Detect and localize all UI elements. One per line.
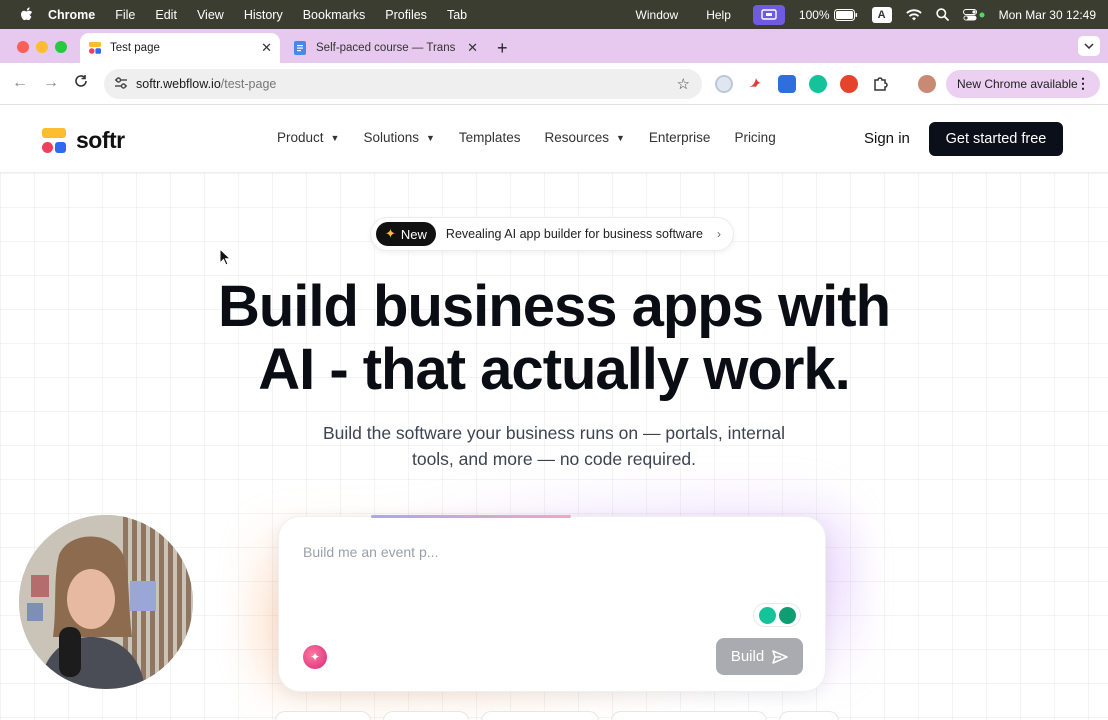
docs-favicon-icon [294,41,308,55]
battery-percent: 100% [798,7,830,22]
chrome-menu-kebab-icon[interactable]: ⋮ [1076,75,1090,92]
input-source-indicator[interactable]: A [871,6,892,23]
address-bar[interactable]: softr.webflow.io/test-page ☆ [104,69,702,99]
chevron-right-icon: › [717,227,721,241]
hero-headline: Build business apps with AI - that actua… [217,274,891,402]
suggestion-chips-row [275,711,839,720]
tab-search-chevron-icon[interactable] [1078,36,1100,56]
battery-icon[interactable] [833,8,858,21]
suggestion-chip[interactable] [779,711,839,720]
nav-product[interactable]: Product ▼ [277,130,339,145]
softr-logo-icon [42,127,68,154]
hero-subheadline: Build the software your business runs on… [322,423,786,469]
sparkle-icon: ✦ [385,226,396,241]
site-header: softr Product ▼ Solutions ▼ Templates Reso… [0,105,1108,173]
nav-enterprise[interactable]: Enterprise [649,130,711,145]
menu-help[interactable]: Help [706,8,731,22]
chevron-down-icon: ▼ [615,132,625,143]
get-started-button[interactable]: Get started free [929,122,1063,156]
forward-arrow-icon[interactable]: → [43,74,59,92]
site-nav: Product ▼ Solutions ▼ Templates Resources ▼… [277,130,800,145]
send-icon [772,649,788,664]
tab-title: Self-paced course — Transitio [316,42,456,54]
suggestion-chip[interactable] [383,711,469,720]
profile-avatar[interactable] [918,75,936,93]
softr-favicon-icon [88,41,102,55]
menu-edit[interactable]: Edit [155,8,177,22]
chrome-update-button[interactable]: New Chrome available ⋮ [946,70,1100,98]
tab-title: Test page [110,42,160,54]
grammarly-icon [778,606,796,624]
menubar-clock[interactable]: Mon Mar 30 12:49 [999,8,1096,22]
menu-view[interactable]: View [197,8,224,22]
spotlight-search-icon[interactable] [935,8,949,21]
nav-resources[interactable]: Resources ▼ [544,130,624,145]
url-host: softr.webflow.io [136,77,221,91]
softr-wordmark: softr [76,127,125,153]
chrome-update-label: New Chrome available [957,77,1078,91]
browser-toolbar: ← → softr.webflow.io/test-page ☆ New Chr… [0,63,1108,105]
chevron-down-icon: ▼ [330,132,340,143]
tab-test-page[interactable]: Test page ✕ [80,33,280,63]
grammarly-widget[interactable] [753,603,801,627]
url-path: /test-page [220,77,277,91]
window-close-button[interactable] [17,41,29,53]
new-badge: ✦ New [376,222,436,246]
tab-close-icon[interactable]: ✕ [467,40,478,56]
extension-blue-gear-icon[interactable] [778,75,796,93]
apple-icon[interactable] [17,6,35,24]
sign-in-link[interactable]: Sign in [864,130,910,147]
control-center-icon[interactable] [962,8,985,21]
nav-templates[interactable]: Templates [459,130,521,145]
menu-profiles[interactable]: Profiles [385,8,427,22]
menu-history[interactable]: History [244,8,283,22]
window-zoom-button[interactable] [55,41,67,53]
nav-pricing[interactable]: Pricing [734,130,775,145]
suggestion-chip[interactable] [275,711,371,720]
grammarly-suggest-icon [758,606,776,624]
extension-red-plus-icon[interactable] [840,75,858,93]
prompt-input[interactable]: Build me an event p... [303,544,438,560]
reload-icon[interactable] [74,74,88,93]
browser-tab-bar: Test page ✕ Self-paced course — Transiti… [0,29,1108,63]
tab-self-paced-course[interactable]: Self-paced course — Transitio ✕ [286,33,486,63]
new-tab-plus-icon[interactable]: + [497,38,508,59]
menu-tab[interactable]: Tab [447,8,467,22]
webcam-overlay [19,515,193,689]
announcement-text: Revealing AI app builder for business so… [445,227,704,241]
chevron-down-icon: ▼ [426,132,435,143]
bookmark-star-icon[interactable]: ☆ [677,75,690,93]
window-minimize-button[interactable] [36,41,48,53]
suggestion-chip[interactable] [481,711,599,720]
site-settings-icon[interactable] [114,76,128,92]
macos-menu-bar: Chrome File Edit View History Bookmarks … [0,0,1108,29]
wifi-icon[interactable] [905,8,922,21]
nav-solutions[interactable]: Solutions ▼ [363,130,434,145]
softr-logo[interactable]: softr [42,127,125,154]
tab-close-icon[interactable]: ✕ [261,40,272,56]
extensions-puzzle-icon[interactable] [872,75,890,93]
ai-prompt-box[interactable]: Build me an event p... ✦ Build [278,515,826,692]
back-arrow-icon[interactable]: ← [12,74,28,92]
ai-sparkle-icon[interactable]: ✦ [303,645,327,669]
screen-recording-icon[interactable] [752,4,785,25]
extension-red-bird-icon[interactable] [746,75,764,93]
suggestion-chip[interactable] [611,711,767,720]
menu-bookmarks[interactable]: Bookmarks [303,8,366,22]
grammarly-extension-icon[interactable] [809,75,827,93]
build-button[interactable]: Build [716,638,803,675]
prompt-accent-line [371,515,571,518]
menu-app-chrome[interactable]: Chrome [48,8,95,22]
mouse-cursor-icon [219,247,232,271]
menu-window[interactable]: Window [636,8,679,22]
announcement-pill[interactable]: ✦ New Revealing AI app builder for busine… [370,217,734,251]
menu-file[interactable]: File [115,8,135,22]
extension-privacy-icon[interactable] [715,75,733,93]
